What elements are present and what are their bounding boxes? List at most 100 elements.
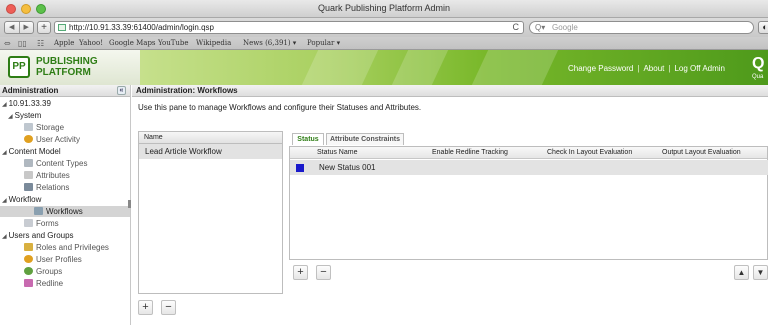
url-field[interactable]: http://10.91.33.39:61400/admin/login.qsp… [54,21,524,34]
tree-label: Groups [36,267,63,276]
bookmark-apple[interactable]: Apple [54,39,74,47]
url-text: http://10.91.33.39:61400/admin/login.qsp [69,23,214,32]
favicon-icon [58,24,66,31]
expand-arrow-icon[interactable]: ◢ [8,114,13,120]
history-buttons: ◀ ▶ [4,21,34,34]
publishing-platform-logo-icon: PP [8,56,30,78]
bookmark-popular[interactable]: Popular ▾ [307,39,340,47]
workflow-list-header[interactable]: Name [139,132,282,144]
logo-text: PUBLISHING PLATFORM [36,56,98,78]
banner-stripe [471,50,559,85]
sidebar-item-content-types[interactable]: Content Types [24,158,87,169]
sidebar: Administration « ◢ 10.91.33.39 ◢ System St… [0,85,131,325]
workflow-list: Name Lead Article Workflow [138,131,283,294]
expand-arrow-icon[interactable]: ◢ [2,102,7,108]
sidebar-item-attributes[interactable]: Attributes [24,170,70,181]
link-separator: | [637,64,640,73]
tree-label: 10.91.33.39 [8,99,51,108]
redline-icon [24,279,33,287]
sidebar-title: Administration [2,86,59,95]
tree-label: System [14,111,42,120]
sidebar-item-storage[interactable]: Storage [24,122,64,133]
tree-label: Workflows [46,207,83,216]
tab-attribute-constraints[interactable]: Attribute Constraints [326,133,404,145]
tree-label: User Profiles [36,255,82,264]
bookmark-youtube[interactable]: YouTube [158,39,189,47]
tree-label: Roles and Privileges [36,243,109,252]
sidebar-item-groups[interactable]: Groups [24,266,62,277]
move-status-up-button[interactable]: ▲ [734,265,749,280]
table-row[interactable]: New Status 001 [290,160,768,175]
storage-icon [24,123,33,131]
expand-arrow-icon[interactable]: ◢ [2,234,7,240]
bookmark-news[interactable]: News (6,391) ▾ [243,39,296,47]
tree-label: Forms [36,219,59,228]
sidebar-item-workflows[interactable]: Workflows [0,206,130,217]
sidebar-item-user-activity[interactable]: User Activity [24,134,80,145]
quark-logo-text: Qua [752,74,764,80]
status-color-swatch[interactable] [296,164,304,172]
add-status-button[interactable]: + [293,265,308,280]
bookmark-yahoo[interactable]: Yahoo! [79,39,103,47]
tree-node-users-groups[interactable]: ◢ Users and Groups [2,230,74,241]
add-bookmark-button[interactable]: + [37,21,51,34]
window-title: Quark Publishing Platform Admin [317,3,451,13]
back-button[interactable]: ◀ [5,22,20,33]
collapse-sidebar-button[interactable]: « [117,86,126,95]
sidebar-resize-handle[interactable] [128,200,131,208]
search-icon: Q▾ [535,23,546,32]
sidebar-item-forms[interactable]: Forms [24,218,59,229]
search-field[interactable]: Q▾ Google [529,21,754,34]
about-link[interactable]: About [643,64,664,73]
tree-label: Attributes [36,171,70,180]
remove-workflow-button[interactable]: − [161,300,176,315]
expand-arrow-icon[interactable]: ◢ [2,198,7,204]
header-links: Change Password | About | Log Off Admin [568,64,725,73]
status-name-cell: New Status 001 [319,163,376,172]
main-header: Administration: Workflows [132,85,768,97]
top-sites-grid-icon[interactable]: ☷ [37,39,44,48]
workflow-row[interactable]: Lead Article Workflow [139,144,282,159]
bookmark-google-maps[interactable]: Google Maps [109,39,156,47]
sidebar-item-roles[interactable]: Roles and Privileges [24,242,109,253]
link-separator: | [668,64,671,73]
tree-node-content-model[interactable]: ◢ Content Model [2,146,61,157]
roles-icon [24,243,33,251]
log-off-link[interactable]: Log Off Admin [674,64,725,73]
relations-icon [24,183,33,191]
user-activity-icon [24,135,33,143]
bookmarks-bar: ⇔ ▯▯ ☷ Apple Yahoo! Google Maps YouTube … [0,37,768,50]
column-output-layout[interactable]: Output Layout Evaluation [662,147,741,159]
page-menu-button[interactable]: ◐ [758,21,768,34]
bookmark-wikipedia[interactable]: Wikipedia [196,39,231,47]
column-status-name[interactable]: Status Name [317,147,358,159]
workflows-icon [34,207,43,215]
sidebar-item-relations[interactable]: Relations [24,182,69,193]
change-password-link[interactable]: Change Password [568,64,633,73]
reading-list-icon[interactable]: ⇔ [4,39,11,48]
forward-button[interactable]: ▶ [20,22,34,33]
sidebar-item-redline[interactable]: Redline [24,278,63,289]
tree-node-system[interactable]: ◢ System [8,110,41,121]
sidebar-item-user-profiles[interactable]: User Profiles [24,254,82,265]
move-status-down-button[interactable]: ▼ [753,265,768,280]
bookmarks-book-icon[interactable]: ▯▯ [18,39,27,48]
reload-icon[interactable]: C [513,22,520,33]
content-types-icon [24,159,33,167]
expand-arrow-icon[interactable]: ◢ [2,150,7,156]
column-check-in-layout[interactable]: Check In Layout Evaluation [547,147,633,159]
tab-status[interactable]: Status [292,133,324,145]
attributes-icon [24,171,33,179]
main-pane: Administration: Workflows Use this pane … [132,85,768,325]
window-titlebar: Quark Publishing Platform Admin [0,0,768,18]
forms-icon [24,219,33,227]
tree-node-server[interactable]: ◢ 10.91.33.39 [2,98,51,109]
add-workflow-button[interactable]: + [138,300,153,315]
tree-node-workflow[interactable]: ◢ Workflow [2,194,41,205]
tree-label: Content Model [8,147,61,156]
remove-status-button[interactable]: − [316,265,331,280]
column-enable-redline[interactable]: Enable Redline Tracking [432,147,508,159]
tree-label: Redline [36,279,64,288]
banner-stripe [301,50,379,85]
tree-label: Workflow [8,195,42,204]
